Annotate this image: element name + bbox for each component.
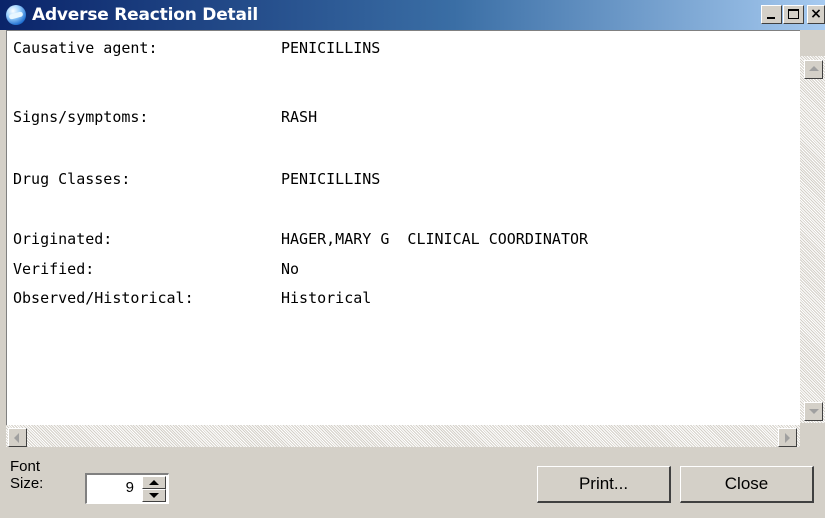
scroll-down-button[interactable] — [804, 402, 823, 421]
minimize-icon — [767, 17, 775, 19]
spinner-buttons — [142, 476, 166, 502]
detail-value: PENICILLINS — [281, 39, 381, 57]
maximize-button[interactable] — [783, 5, 804, 24]
spin-down-button[interactable] — [142, 489, 166, 502]
scrollbar-corner — [800, 425, 825, 447]
detail-label: Causative agent: — [13, 39, 158, 57]
arrow-up-icon — [149, 480, 159, 485]
scroll-left-button[interactable] — [8, 428, 27, 447]
detail-text-area[interactable]: Causative agent: PENICILLINS Signs/sympto… — [6, 30, 800, 425]
font-label-line1: Font — [10, 458, 41, 475]
font-label-line2: Size: — [10, 475, 44, 492]
arrow-down-icon — [149, 493, 159, 498]
arrow-right-icon — [785, 433, 790, 443]
detail-value: No — [281, 260, 300, 278]
detail-row-verified: Verified: No — [13, 260, 299, 278]
print-button[interactable]: Print... — [537, 466, 671, 503]
adverse-reaction-window: Adverse Reaction Detail × Causative agen… — [0, 0, 825, 518]
detail-label: Originated: — [13, 230, 113, 248]
detail-label: Signs/symptoms: — [13, 108, 149, 126]
detail-value: Historical — [281, 289, 372, 307]
detail-row-signs-symptoms: Signs/symptoms: RASH — [13, 108, 317, 126]
title-bar[interactable]: Adverse Reaction Detail × — [0, 0, 825, 30]
scroll-up-button[interactable] — [804, 60, 823, 79]
close-button[interactable]: Close — [680, 466, 814, 503]
font-size-label: Font Size: — [10, 458, 43, 492]
horizontal-scrollbar[interactable] — [6, 425, 800, 447]
detail-label: Observed/Historical: — [13, 289, 194, 307]
arrow-down-icon — [809, 409, 819, 414]
detail-row-observed-historical: Observed/Historical: Historical — [13, 289, 371, 307]
detail-row-drug-classes: Drug Classes: PENICILLINS — [13, 170, 380, 188]
maximize-icon — [788, 9, 799, 19]
arrow-left-icon — [14, 433, 19, 443]
scroll-right-button[interactable] — [778, 428, 797, 447]
app-globe-icon — [6, 5, 26, 25]
arrow-up-icon — [809, 66, 819, 71]
minimize-button[interactable] — [761, 5, 782, 24]
font-size-spinner[interactable]: 9 — [85, 473, 169, 504]
detail-value: HAGER,MARY G CLINICAL COORDINATOR — [281, 230, 589, 248]
window-title: Adverse Reaction Detail — [32, 5, 259, 25]
font-size-value[interactable]: 9 — [126, 479, 134, 496]
close-icon: × — [810, 6, 822, 22]
close-window-button[interactable]: × — [807, 5, 825, 24]
vertical-scrollbar[interactable] — [800, 56, 825, 423]
detail-value: PENICILLINS — [281, 170, 381, 188]
detail-label: Drug Classes: — [13, 170, 131, 188]
detail-value: RASH — [281, 108, 318, 126]
detail-label: Verified: — [13, 260, 95, 278]
spin-up-button[interactable] — [142, 476, 166, 489]
detail-row-causative-agent: Causative agent: PENICILLINS — [13, 39, 380, 57]
detail-row-originated: Originated: HAGER,MARY G CLINICAL COORDIN… — [13, 230, 588, 248]
